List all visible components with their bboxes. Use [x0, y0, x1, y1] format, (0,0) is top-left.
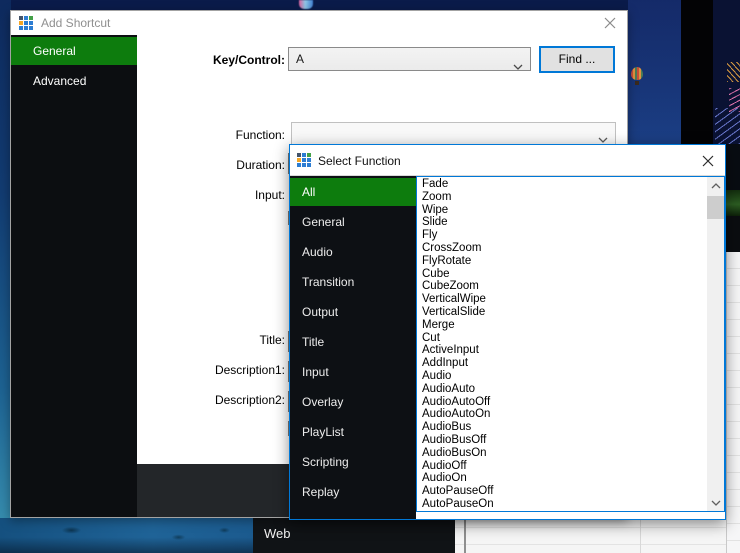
background-black-strip — [681, 0, 713, 146]
balloon-image — [631, 67, 643, 80]
scrollbar-down-icon[interactable] — [707, 494, 724, 511]
dialog-title: Select Function — [318, 154, 401, 168]
background-window-sliver — [726, 216, 740, 252]
function-label: Function: — [115, 128, 285, 142]
function-list-item[interactable]: FlyRotate — [417, 255, 707, 268]
function-list: FadeZoomWipeSlideFlyCrossZoomFlyRotateCu… — [416, 176, 725, 512]
function-list-item[interactable]: AudioAutoOn — [417, 408, 707, 421]
find-button[interactable]: Find ... — [539, 46, 615, 73]
function-list-item[interactable]: AudioBusOn — [417, 447, 707, 460]
function-list-item[interactable]: AutoPauseOn — [417, 498, 707, 511]
category-item[interactable]: Overlay — [290, 388, 416, 416]
function-list-item[interactable]: Zoom — [417, 191, 707, 204]
add-shortcut-titlebar[interactable]: Add Shortcut — [11, 11, 627, 35]
key-control-value: A — [296, 52, 304, 66]
category-sidebar: AllGeneralAudioTransitionOutputTitleInpu… — [290, 176, 416, 519]
function-list-item[interactable]: Fade — [417, 178, 707, 191]
web-tab[interactable]: Web — [253, 518, 455, 553]
function-list-item[interactable]: Wipe — [417, 204, 707, 217]
function-list-item[interactable]: AutoPauseOff — [417, 485, 707, 498]
category-item[interactable]: Transition — [290, 268, 416, 296]
grid-divider — [640, 518, 641, 553]
firework-streak — [715, 108, 740, 144]
description1-label: Description1: — [115, 363, 285, 377]
background-window-peek — [299, 0, 313, 9]
close-icon[interactable] — [602, 15, 618, 31]
category-item[interactable]: Output — [290, 298, 416, 326]
function-list-item[interactable]: AudioBusOff — [417, 434, 707, 447]
scrollbar[interactable] — [707, 177, 724, 511]
function-list-item[interactable]: AudioOn — [417, 472, 707, 485]
key-control-label: Key/Control: — [115, 53, 285, 67]
close-icon[interactable] — [700, 153, 716, 169]
web-tab-label: Web — [264, 526, 291, 541]
function-list-item[interactable]: Fly — [417, 229, 707, 242]
description2-label: Description2: — [115, 393, 285, 407]
find-button-label: Find ... — [559, 52, 596, 66]
function-list-item[interactable]: Audio — [417, 370, 707, 383]
category-item[interactable]: Replay — [290, 478, 416, 506]
balloon-basket — [635, 81, 639, 85]
background-list-sliver — [726, 252, 740, 553]
function-combobox[interactable] — [291, 122, 616, 145]
category-item[interactable]: Scripting — [290, 448, 416, 476]
background-window-sliver — [726, 144, 740, 190]
function-list-item[interactable]: VerticalWipe — [417, 293, 707, 306]
dialog-title: Add Shortcut — [41, 16, 110, 30]
function-list-item[interactable]: Merge — [417, 319, 707, 332]
background-preview-sliver — [726, 190, 740, 216]
function-list-item[interactable]: ActiveInput — [417, 344, 707, 357]
category-item[interactable]: PlayList — [290, 418, 416, 446]
function-list-items: FadeZoomWipeSlideFlyCrossZoomFlyRotateCu… — [417, 178, 707, 511]
key-control-combobox[interactable]: A — [288, 47, 531, 71]
duration-label: Duration: — [115, 158, 285, 172]
function-list-item[interactable]: CrossZoom — [417, 242, 707, 255]
category-item[interactable]: Audio — [290, 238, 416, 266]
function-list-item[interactable]: AudioOff — [417, 460, 707, 473]
select-function-dialog: Select Function AllGeneralAudioTransitio… — [289, 144, 726, 520]
firework-streak — [727, 62, 740, 82]
function-list-item[interactable]: CubeZoom — [417, 280, 707, 293]
category-item[interactable]: Input — [290, 358, 416, 386]
function-list-item[interactable]: AddInput — [417, 357, 707, 370]
add-shortcut-sidebar: GeneralAdvanced — [11, 35, 137, 517]
function-list-item[interactable]: Slide — [417, 216, 707, 229]
chevron-down-icon — [513, 56, 523, 78]
select-function-titlebar[interactable]: Select Function — [290, 145, 725, 176]
vmix-app-icon — [19, 16, 33, 30]
fireworks-image — [713, 0, 740, 146]
function-list-item[interactable]: AudioAuto — [417, 383, 707, 396]
function-list-item[interactable]: Cut — [417, 332, 707, 345]
grid-divider — [464, 518, 466, 553]
category-item[interactable]: Title — [290, 328, 416, 356]
function-list-item[interactable]: AudioBus — [417, 421, 707, 434]
category-item[interactable]: All — [290, 178, 416, 206]
input-label: Input: — [115, 188, 285, 202]
scrollbar-thumb[interactable] — [707, 196, 724, 219]
title-field-label: Title: — [115, 333, 285, 347]
function-list-item[interactable]: VerticalSlide — [417, 306, 707, 319]
desktop-wallpaper-water — [0, 518, 255, 553]
function-list-item[interactable]: AudioAutoOff — [417, 396, 707, 409]
function-list-item[interactable]: Cube — [417, 268, 707, 281]
scrollbar-up-icon[interactable] — [707, 177, 724, 194]
category-item[interactable]: General — [290, 208, 416, 236]
vmix-app-icon — [297, 153, 311, 167]
sidebar-item[interactable]: Advanced — [11, 67, 137, 95]
background-grid — [455, 518, 726, 553]
